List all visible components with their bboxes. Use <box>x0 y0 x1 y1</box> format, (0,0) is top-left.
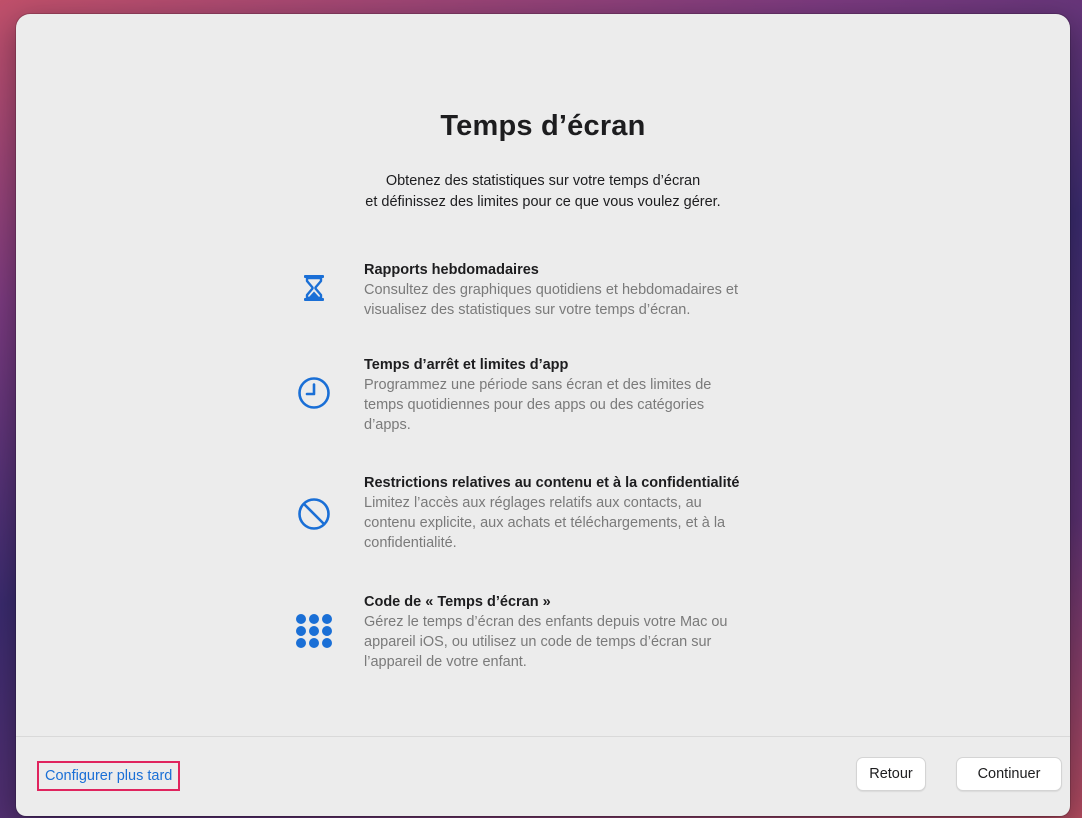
feature-title: Restrictions relatives au contenu et à l… <box>364 475 740 491</box>
feature-desc-line: l’appareil de votre enfant. <box>364 654 527 670</box>
page-title: Temps d’écran <box>440 110 646 142</box>
feature-title: Code de « Temps d’écran » <box>364 594 551 610</box>
keypad-icon <box>290 607 338 655</box>
feature-desc-line: d’apps. <box>364 417 411 433</box>
feature-description: Programmez une période sans écran et des… <box>364 375 844 435</box>
back-button[interactable]: Retour <box>856 757 926 791</box>
feature-desc-line: Programmez une période sans écran et des… <box>364 377 712 393</box>
feature-description: Consultez des graphiques quotidiens et h… <box>364 280 844 320</box>
setup-window: Temps d’écran Obtenez des statistiques s… <box>16 14 1070 816</box>
feature-text: Restrictions relatives au contenu et à l… <box>364 473 844 553</box>
feature-desc-line: temps quotidiennes pour des apps ou des … <box>364 397 705 413</box>
feature-desc-line: Gérez le temps d’écran des enfants depui… <box>364 614 728 630</box>
clock-icon <box>290 369 338 417</box>
feature-text: Code de « Temps d’écran » Gérez le temps… <box>364 592 844 672</box>
footer-divider <box>16 736 1070 737</box>
feature-desc-line: Consultez des graphiques quotidiens et h… <box>364 282 739 298</box>
hourglass-icon <box>290 264 338 312</box>
feature-text: Temps d’arrêt et limites d’app Programme… <box>364 355 844 435</box>
subtitle-line: Obtenez des statistiques sur votre temps… <box>385 173 701 189</box>
feature-text: Rapports hebdomadaires Consultez des gra… <box>364 260 844 320</box>
subtitle-line: et définissez des limites pour ce que vo… <box>365 194 721 210</box>
continue-button[interactable]: Continuer <box>956 757 1062 791</box>
feature-description: Gérez le temps d’écran des enfants depui… <box>364 612 844 672</box>
feature-desc-line: contenu explicite, aux achats et télécha… <box>364 515 726 531</box>
feature-desc-line: appareil iOS, ou utilisez un code de tem… <box>364 634 712 650</box>
feature-desc-line: visualisez des statistiques sur votre te… <box>364 302 691 318</box>
feature-description: Limitez l’accès aux réglages relatifs au… <box>364 493 844 553</box>
feature-title: Temps d’arrêt et limites d’app <box>364 357 569 373</box>
page-subtitle: Obtenez des statistiques sur votre temps… <box>16 171 1070 213</box>
set-up-later-link[interactable]: Configurer plus tard <box>37 761 181 791</box>
feature-desc-line: Limitez l’accès aux réglages relatifs au… <box>364 495 702 511</box>
feature-desc-line: confidentialité. <box>364 535 457 551</box>
feature-title: Rapports hebdomadaires <box>364 262 539 278</box>
prohibited-icon <box>290 490 338 538</box>
